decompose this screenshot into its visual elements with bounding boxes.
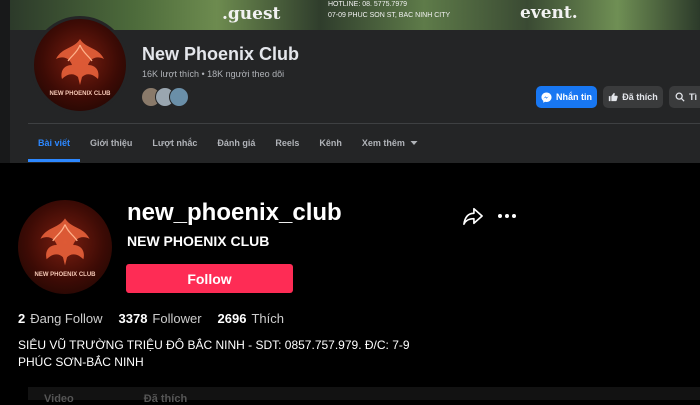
facebook-page-header: .guest HOTLINE: 08. 5775.7979 07-09 PHUC… — [0, 0, 700, 163]
cover-address-text: 07-09 PHUC SON ST, BAC NINH CITY — [328, 12, 451, 19]
cover-hotline-text: HOTLINE: 08. 5775.7979 — [328, 1, 407, 8]
tab-more[interactable]: Xem thêm — [352, 124, 428, 162]
follow-button[interactable]: Follow — [126, 264, 293, 293]
page-stats[interactable]: 16K lượt thích • 18K người theo dõi — [142, 69, 284, 79]
following-stat[interactable]: 2 Đang Follow — [18, 311, 103, 326]
stat-label: Đang Follow — [30, 311, 103, 326]
cover-guest-text: .guest — [222, 4, 281, 24]
cover-event-text: event. — [520, 3, 578, 23]
page-tabs: Bài viết Giới thiệu Lượt nhắc Đánh giá R… — [28, 124, 428, 162]
tab-label: Đánh giá — [217, 138, 256, 148]
liked-button-label: Đã thích — [622, 92, 658, 102]
tab-label: Giới thiệu — [90, 138, 133, 148]
message-button-label: Nhắn tin — [556, 92, 592, 102]
tab-label: Xem thêm — [361, 138, 405, 148]
search-icon — [675, 92, 685, 102]
profile-avatar[interactable]: NEW PHOENIX CLUB — [18, 200, 112, 294]
liked-button[interactable]: Đã thích — [603, 86, 663, 108]
avatar-logo-text: NEW PHOENIX CLUB — [49, 91, 111, 97]
tab-about[interactable]: Giới thiệu — [80, 124, 142, 162]
tab-liked[interactable]: Đã thích — [144, 393, 187, 405]
tab-label: Reels — [275, 138, 300, 148]
stat-value: 2 — [18, 311, 26, 326]
friend-avatars[interactable] — [141, 87, 201, 107]
friend-avatar[interactable] — [169, 87, 189, 107]
likes-stat: 2696 Thích — [218, 311, 284, 326]
stat-label: Follower — [152, 311, 202, 326]
more-options-icon[interactable] — [496, 206, 518, 226]
tab-reviews[interactable]: Đánh giá — [207, 124, 265, 162]
message-button[interactable]: Nhắn tin — [536, 86, 597, 108]
profile-display-name: NEW PHOENIX CLUB — [127, 233, 270, 249]
thumbs-up-icon — [609, 92, 618, 102]
content-tabs: Video Đã thích — [44, 393, 187, 405]
profile-bio: SIÊU VŨ TRƯỜNG TRIỆU ĐÔ BẮC NINH - SDT: … — [18, 338, 410, 369]
search-button[interactable]: Tì — [669, 86, 700, 108]
phoenix-logo-icon — [56, 39, 104, 85]
page-avatar[interactable]: NEW PHOENIX CLUB — [31, 16, 129, 114]
stat-value: 3378 — [118, 311, 148, 326]
stat-value: 2696 — [217, 311, 247, 326]
tab-videos[interactable]: Video — [44, 393, 74, 405]
phoenix-logo-icon — [40, 218, 90, 266]
left-gutter — [0, 0, 10, 163]
page-title[interactable]: New Phoenix Club — [142, 44, 299, 65]
messenger-icon — [541, 91, 552, 103]
tab-label: Kênh — [319, 138, 342, 148]
avatar-logo-text: NEW PHOENIX CLUB — [34, 272, 96, 278]
tab-reels[interactable]: Reels — [265, 124, 309, 162]
cover-photo[interactable]: .guest HOTLINE: 08. 5775.7979 07-09 PHUC… — [10, 0, 700, 30]
tab-channel[interactable]: Kênh — [309, 124, 352, 162]
caret-down-icon — [410, 141, 418, 145]
stat-label: Thích — [251, 311, 284, 326]
profile-username: new_phoenix_club — [127, 199, 342, 226]
share-icon[interactable] — [462, 206, 484, 226]
tab-label: Lượt nhắc — [152, 138, 198, 148]
search-button-label: Tì — [689, 92, 697, 102]
tab-label: Bài viết — [38, 138, 71, 148]
profile-stats: 2 Đang Follow 3378 Follower 2696 Thích — [18, 311, 284, 326]
tab-mentions[interactable]: Lượt nhắc — [142, 124, 207, 162]
followers-stat[interactable]: 3378 Follower — [119, 311, 202, 326]
tab-posts[interactable]: Bài viết — [28, 124, 81, 162]
